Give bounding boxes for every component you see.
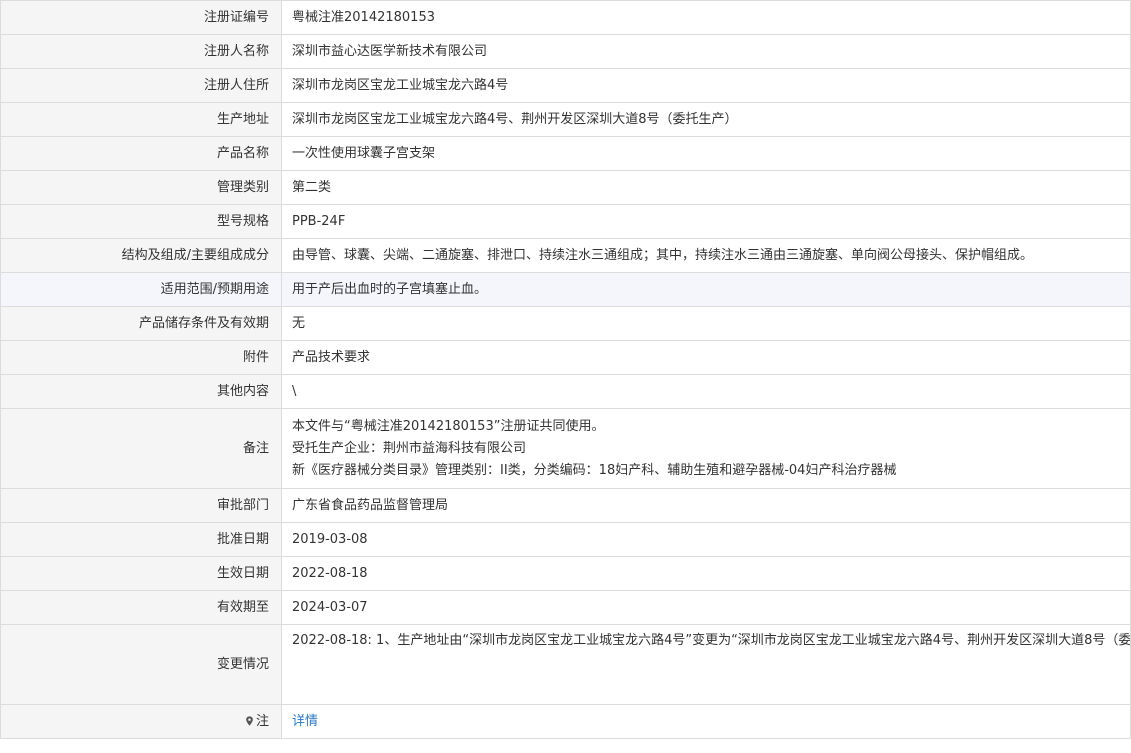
- field-value: 2022-08-18: [281, 556, 1131, 591]
- row-model-spec: 型号规格 PPB-24F: [0, 204, 1131, 239]
- row-attachment: 附件 产品技术要求: [0, 340, 1131, 375]
- field-label: 有效期至: [0, 590, 282, 625]
- row-expiry-date: 有效期至 2024-03-07: [0, 590, 1131, 625]
- field-value: 深圳市龙岗区宝龙工业城宝龙六路4号: [281, 68, 1131, 103]
- row-effective-date: 生效日期 2022-08-18: [0, 556, 1131, 591]
- field-label: 注册人住所: [0, 68, 282, 103]
- field-value: 广东省食品药品监督管理局: [281, 488, 1131, 523]
- field-label: 注册证编号: [0, 0, 282, 35]
- row-registration-number: 注册证编号 粤械注准20142180153: [0, 0, 1131, 35]
- note-value: 详情: [281, 704, 1131, 739]
- field-label: 审批部门: [0, 488, 282, 523]
- field-value: 深圳市益心达医学新技术有限公司: [281, 34, 1131, 69]
- row-product-name: 产品名称 一次性使用球囊子宫支架: [0, 136, 1131, 171]
- field-value: \: [281, 374, 1131, 409]
- field-label: 变更情况: [0, 624, 282, 705]
- field-value: 由导管、球囊、尖端、二通旋塞、排泄口、持续注水三通组成；其中，持续注水三通由三通…: [281, 238, 1131, 273]
- field-label: 结构及组成/主要组成成分: [0, 238, 282, 273]
- field-label: 产品名称: [0, 136, 282, 171]
- field-value: 深圳市龙岗区宝龙工业城宝龙六路4号、荆州开发区深圳大道8号（委托生产）: [281, 102, 1131, 137]
- row-production-address: 生产地址 深圳市龙岗区宝龙工业城宝龙六路4号、荆州开发区深圳大道8号（委托生产）: [0, 102, 1131, 137]
- remarks-line: 本文件与“粤械注准20142180153”注册证共同使用。: [292, 418, 605, 434]
- location-pin-icon: [246, 715, 253, 726]
- registration-detail-table: 注册证编号 粤械注准20142180153 注册人名称 深圳市益心达医学新技术有…: [0, 0, 1131, 739]
- row-registrant-name: 注册人名称 深圳市益心达医学新技术有限公司: [0, 34, 1131, 69]
- field-label: 备注: [0, 408, 282, 489]
- row-other-content: 其他内容 \: [0, 374, 1131, 409]
- row-change-history: 变更情况 2022-08-18: 1、生产地址由“深圳市龙岗区宝龙工业城宝龙六路…: [0, 624, 1131, 705]
- note-label: 注: [255, 713, 269, 729]
- remarks-line: 受托生产企业：荆州市益海科技有限公司: [292, 440, 527, 456]
- field-value: 无: [281, 306, 1131, 341]
- field-value: 粤械注准20142180153: [281, 0, 1131, 35]
- field-value: 2019-03-08: [281, 522, 1131, 557]
- field-label: 产品储存条件及有效期: [0, 306, 282, 341]
- details-link[interactable]: 详情: [292, 714, 318, 729]
- row-approval-department: 审批部门 广东省食品药品监督管理局: [0, 488, 1131, 523]
- field-value: 第二类: [281, 170, 1131, 205]
- field-label: 其他内容: [0, 374, 282, 409]
- field-label: 生产地址: [0, 102, 282, 137]
- field-label: 生效日期: [0, 556, 282, 591]
- row-management-category: 管理类别 第二类: [0, 170, 1131, 205]
- field-value: 一次性使用球囊子宫支架: [281, 136, 1131, 171]
- row-note: 注 详情: [0, 704, 1131, 739]
- field-value: 2024-03-07: [281, 590, 1131, 625]
- remarks-line: 新《医疗器械分类目录》管理类别：II类，分类编码：18妇产科、辅助生殖和避孕器械…: [292, 462, 897, 478]
- field-value: PPB-24F: [281, 204, 1131, 239]
- field-value: 产品技术要求: [281, 340, 1131, 375]
- field-label: 型号规格: [0, 204, 282, 239]
- row-storage-validity: 产品储存条件及有效期 无: [0, 306, 1131, 341]
- row-remarks: 备注 本文件与“粤械注准20142180153”注册证共同使用。 受托生产企业：…: [0, 408, 1131, 489]
- field-label: 批准日期: [0, 522, 282, 557]
- row-intended-use: 适用范围/预期用途 用于产后出血时的子宫填塞止血。: [0, 272, 1131, 307]
- note-label-cell: 注: [0, 704, 282, 739]
- field-label: 注册人名称: [0, 34, 282, 69]
- field-label: 适用范围/预期用途: [0, 272, 282, 307]
- field-label: 附件: [0, 340, 282, 375]
- change-history-value: 2022-08-18: 1、生产地址由“深圳市龙岗区宝龙工业城宝龙六路4号”变更…: [281, 624, 1131, 705]
- field-label: 管理类别: [0, 170, 282, 205]
- row-structure-composition: 结构及组成/主要组成成分 由导管、球囊、尖端、二通旋塞、排泄口、持续注水三通组成…: [0, 238, 1131, 273]
- row-approval-date: 批准日期 2019-03-08: [0, 522, 1131, 557]
- row-registrant-address: 注册人住所 深圳市龙岗区宝龙工业城宝龙六路4号: [0, 68, 1131, 103]
- remarks-value: 本文件与“粤械注准20142180153”注册证共同使用。 受托生产企业：荆州市…: [281, 408, 1131, 489]
- field-value: 用于产后出血时的子宫填塞止血。: [281, 272, 1131, 307]
